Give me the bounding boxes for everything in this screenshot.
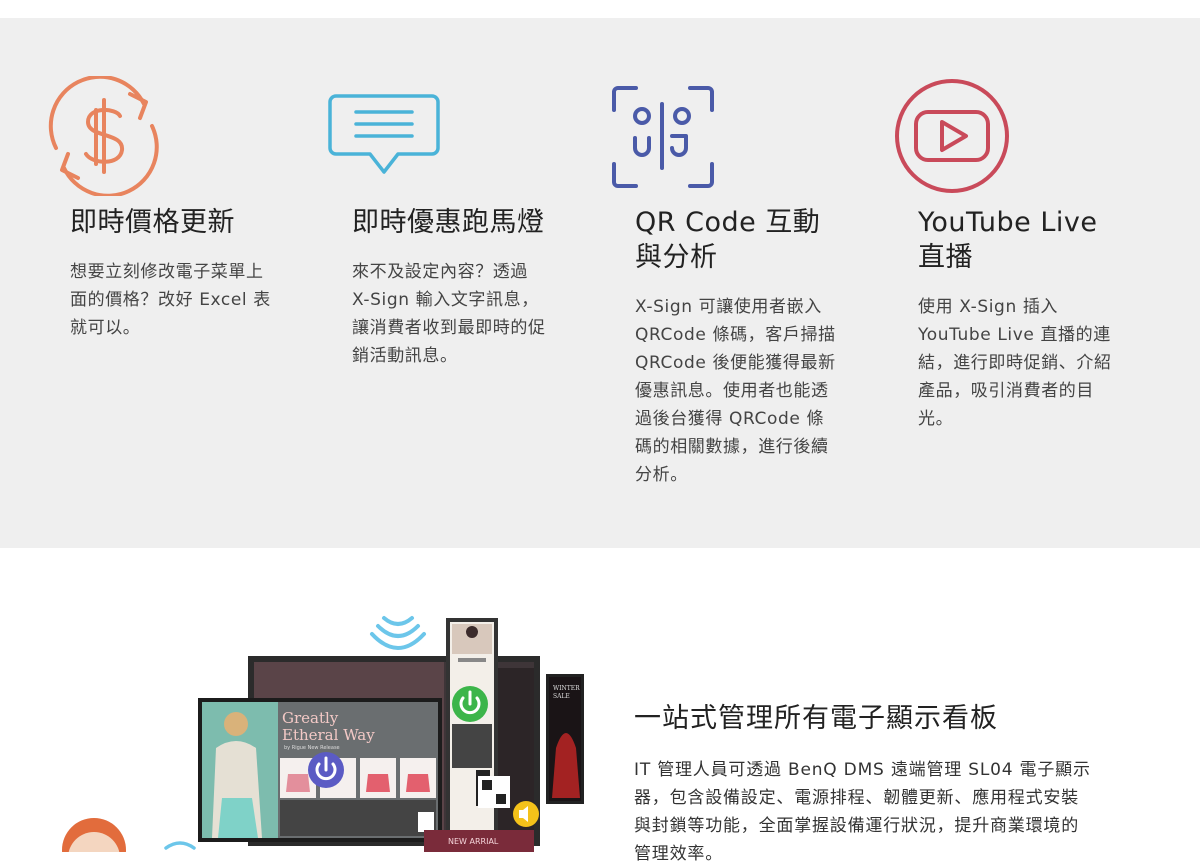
svg-text:NEW ARRIAL: NEW ARRIAL — [448, 837, 499, 846]
feature-description: 想要立刻修改電子菜單上 面的價格？改好 Excel 表 就可以。 — [70, 262, 271, 338]
svg-text:Greatly: Greatly — [282, 709, 339, 727]
signage-illustration: WINTER SALE Greatly Etheral Way by Rigue… — [0, 548, 620, 852]
qr-scan-icon — [612, 86, 714, 188]
message-banner-icon — [328, 94, 440, 174]
feature-title: YouTube Live 直播 — [918, 207, 1098, 273]
management-description: IT 管理人員可透過 BenQ DMS 遠端管理 SL04 電子顯示 器，包含設… — [634, 760, 1091, 864]
feature-title: 即時優惠跑馬燈 — [352, 207, 545, 238]
youtube-play-icon — [895, 79, 1009, 193]
feature-title: 即時價格更新 — [70, 207, 235, 238]
svg-text:SALE: SALE — [553, 693, 570, 700]
svg-text:WINTER: WINTER — [553, 685, 580, 692]
feature-description: 來不及設定內容？透過 X-Sign 輸入文字訊息， 讓消費者收到最即時的促 銷活… — [352, 262, 546, 366]
signage-illustration-art: WINTER SALE Greatly Etheral Way by Rigue… — [62, 616, 584, 852]
management-title: 一站式管理所有電子顯示看板 — [634, 703, 998, 734]
feature-title: QR Code 互動 與分析 — [635, 207, 821, 273]
svg-text:Etheral Way: Etheral Way — [282, 726, 375, 744]
price-refresh-icon — [48, 76, 159, 196]
feature-description: X-Sign 可讓使用者嵌入 QRCode 條碼，客戶掃描 QRCode 後便能… — [635, 297, 836, 485]
wifi-icon — [370, 616, 426, 650]
feature-description: 使用 X-Sign 插入 YouTube Live 直播的連 結，進行即時促銷、… — [918, 297, 1112, 429]
svg-text:by Rigue New Release: by Rigue New Release — [284, 745, 340, 751]
